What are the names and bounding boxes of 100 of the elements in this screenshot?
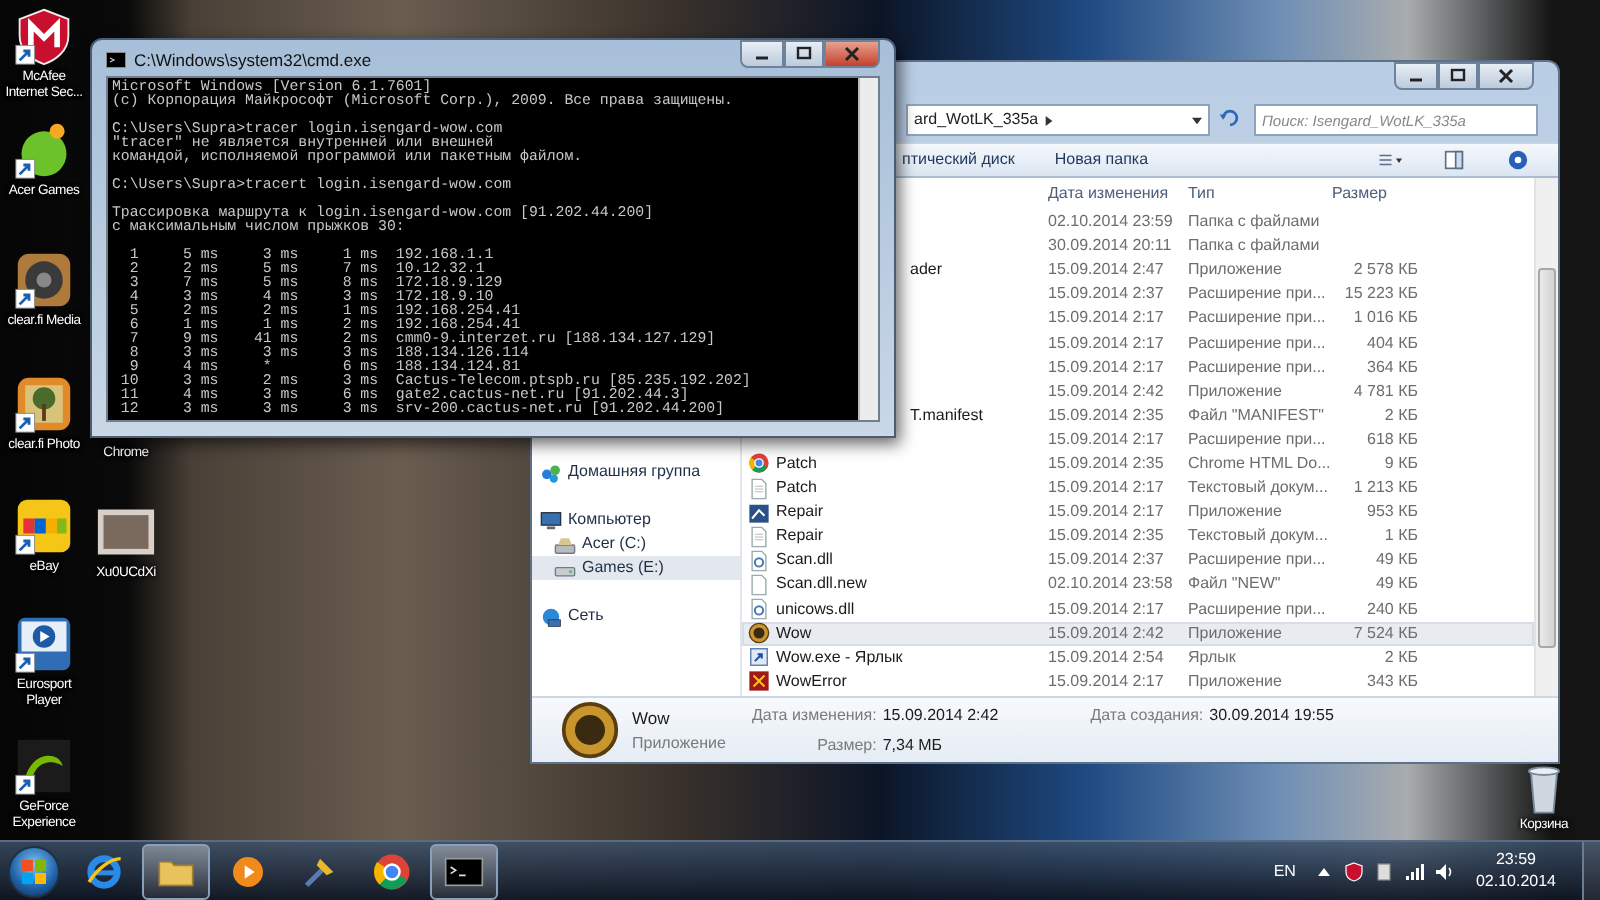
type-cell-text: Ярлык bbox=[1186, 645, 1238, 670]
type-cell-text: Расширение при... bbox=[1186, 306, 1326, 331]
device-icon[interactable] bbox=[1373, 861, 1394, 881]
size-cell-text: 49 КБ bbox=[1373, 572, 1420, 597]
type-cell-text: Папка с файлами bbox=[1186, 210, 1322, 235]
speaker-icon[interactable] bbox=[1433, 861, 1454, 881]
app-icon bbox=[748, 670, 770, 693]
detail-label: Размер: bbox=[815, 733, 877, 757]
signal-icon[interactable] bbox=[1403, 861, 1424, 881]
size-cell-text: 7 524 КБ bbox=[1351, 621, 1420, 646]
file-name: Wow bbox=[632, 707, 672, 728]
type-cell-text: Текстовый докум... bbox=[1186, 524, 1326, 549]
file-name: T.manifest bbox=[910, 403, 983, 428]
flag-icon bbox=[20, 857, 48, 885]
date-cell-text: 15.09.2014 2:37 bbox=[1046, 282, 1166, 307]
type-cell-text: Расширение при... bbox=[1186, 548, 1326, 573]
shield-icon[interactable] bbox=[1343, 861, 1364, 881]
file-type: Приложение bbox=[632, 733, 728, 753]
scrollbar[interactable] bbox=[1534, 178, 1558, 696]
size-cell-text: 15 223 КБ bbox=[1342, 282, 1420, 307]
detail-label: Дата создания: bbox=[1090, 703, 1204, 727]
computer-icon bbox=[540, 509, 562, 531]
date-cell-text: 15.09.2014 2:54 bbox=[1046, 645, 1166, 670]
document-icon bbox=[748, 477, 770, 500]
date-cell-text: 02.10.2014 23:59 bbox=[1046, 210, 1175, 235]
type-cell-text: Chrome HTML Do... bbox=[1186, 451, 1326, 476]
type-cell-text: Расширение при... bbox=[1186, 597, 1326, 622]
address-text: ard_WotLK_335a bbox=[914, 108, 1039, 132]
dropdown-arrow-icon[interactable] bbox=[1192, 115, 1202, 125]
chevron-icon[interactable] bbox=[1044, 115, 1055, 125]
square-icon bbox=[1450, 68, 1466, 84]
language-indicator[interactable]: EN bbox=[1273, 859, 1296, 883]
date-cell-text: 15.09.2014 2:17 bbox=[1046, 427, 1166, 452]
file-name: ader bbox=[910, 258, 943, 283]
file-name: unicows.dll bbox=[776, 597, 855, 622]
date-cell-text: 15.09.2014 2:17 bbox=[1046, 306, 1166, 331]
picture-icon bbox=[14, 374, 74, 434]
date-cell-text: 15.09.2014 2:35 bbox=[1046, 403, 1166, 428]
file-name: Wow.exe - Ярлык bbox=[776, 645, 903, 670]
preview-pane-icon[interactable] bbox=[1442, 150, 1466, 170]
type-cell-text: Файл "NEW" bbox=[1186, 572, 1283, 597]
minimize-button[interactable] bbox=[740, 40, 784, 68]
address-field[interactable]: ard_WotLK_335a bbox=[906, 104, 1210, 136]
nav-item[interactable]: Компьютер bbox=[532, 508, 740, 532]
date-cell-text: 15.09.2014 2:42 bbox=[1046, 379, 1166, 404]
taskbar-button[interactable] bbox=[142, 843, 210, 899]
type-cell-text: Приложение bbox=[1186, 669, 1284, 694]
date-cell-text: 15.09.2014 2:17 bbox=[1046, 331, 1166, 356]
size-cell-text: 2 КБ bbox=[1382, 403, 1420, 428]
selected-row[interactable]: Wow 15.09.2014 2:42 Приложение 7 524 КБ bbox=[742, 621, 1534, 646]
toolbar-button[interactable]: Новая папка bbox=[1054, 148, 1149, 172]
size-cell-text: 240 КБ bbox=[1365, 597, 1420, 622]
file-name: Wow bbox=[776, 621, 812, 646]
nav-item[interactable]: Acer (C:) bbox=[532, 532, 740, 556]
help-icon[interactable] bbox=[1506, 150, 1530, 170]
type-cell-text: Приложение bbox=[1186, 379, 1284, 404]
maximize-button[interactable] bbox=[784, 40, 824, 68]
date-cell-text: 15.09.2014 2:35 bbox=[1046, 451, 1166, 476]
type-cell-text: Расширение при... bbox=[1186, 427, 1326, 452]
scrollbar-thumb[interactable] bbox=[1538, 268, 1556, 648]
speaker-icon bbox=[14, 250, 74, 310]
round-logo-icon bbox=[748, 452, 770, 475]
start-button[interactable] bbox=[8, 845, 60, 897]
document-icon bbox=[748, 525, 770, 548]
column-header[interactable]: Дата изменения bbox=[1042, 182, 1182, 206]
clock-date[interactable]: 02.10.2014 bbox=[1475, 871, 1556, 892]
file-name: Scan.dll.new bbox=[776, 572, 867, 597]
date-cell-text: 15.09.2014 2:17 bbox=[1046, 355, 1166, 380]
wave-icon bbox=[14, 736, 74, 796]
type-cell-text: Расширение при... bbox=[1186, 331, 1326, 356]
terminal-icon bbox=[106, 52, 126, 69]
drive-icon bbox=[554, 533, 576, 555]
nav-item[interactable]: Домашняя группа bbox=[532, 460, 740, 484]
close-button[interactable] bbox=[1478, 62, 1534, 90]
column-header[interactable]: Размер bbox=[1326, 182, 1426, 206]
size-cell-text: 4 781 КБ bbox=[1351, 379, 1420, 404]
clock-time[interactable]: 23:59 bbox=[1495, 850, 1536, 871]
file-name: WowError bbox=[776, 669, 847, 694]
minimize-button[interactable] bbox=[1394, 62, 1438, 90]
column-header[interactable]: Тип bbox=[1182, 182, 1326, 206]
close-button[interactable] bbox=[824, 40, 880, 68]
file-name: Repair bbox=[776, 500, 824, 525]
toolbar-button[interactable]: птический диск bbox=[902, 148, 1015, 172]
size-cell-text: 2 КБ bbox=[1382, 645, 1420, 670]
scrollbar[interactable] bbox=[858, 78, 878, 420]
date-cell-text: 15.09.2014 2:17 bbox=[1046, 476, 1166, 501]
size-cell-text: 1 016 КБ bbox=[1351, 306, 1420, 331]
file-name: Patch bbox=[776, 476, 817, 501]
show-desktop-button[interactable] bbox=[1582, 842, 1600, 900]
play-icon bbox=[14, 614, 74, 674]
nav-item[interactable]: Сеть bbox=[532, 604, 740, 628]
date-cell-text: 15.09.2014 2:17 bbox=[1046, 500, 1166, 525]
date-cell-text: 30.09.2014 20:11 bbox=[1046, 234, 1174, 259]
maximize-button[interactable] bbox=[1438, 62, 1478, 90]
view-options-icon[interactable] bbox=[1378, 150, 1402, 170]
size-cell-text: 9 КБ bbox=[1382, 451, 1420, 476]
nav-item[interactable]: Games (E:) bbox=[532, 556, 740, 580]
type-cell-text: Папка с файлами bbox=[1186, 234, 1322, 259]
taskbar-button[interactable] bbox=[430, 843, 498, 899]
size-cell-text: 2 578 КБ bbox=[1351, 258, 1420, 283]
